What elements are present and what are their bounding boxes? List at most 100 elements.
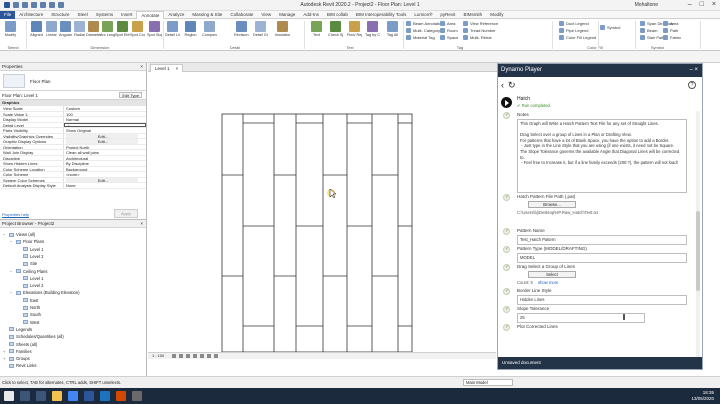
tab-modify[interactable]: Modify [486, 11, 507, 19]
slope-value[interactable]: 25 [517, 313, 645, 323]
browser-node[interactable]: − Ceiling Plans [10, 269, 47, 274]
tag-by-category-button[interactable]: Tag by Category [365, 21, 380, 43]
text-button[interactable]: Text [309, 21, 324, 43]
model-selector[interactable]: Main Model [463, 379, 513, 386]
material-tag-button[interactable]: Material Tag [406, 35, 435, 40]
edit-button[interactable]: Edit... [66, 139, 138, 144]
path-button[interactable]: Path [663, 28, 678, 33]
panel-select[interactable]: Select [2, 45, 24, 50]
tab-annotate[interactable]: Annotate [136, 10, 165, 19]
room-button[interactable]: Room [440, 28, 458, 33]
beam-button[interactable]: Beam [640, 28, 657, 33]
slider-knob[interactable] [623, 314, 625, 320]
tab-level-1[interactable]: Level 1 × [150, 64, 184, 72]
tab-bim-interoperability-tools[interactable]: BIM Interoperability Tools [352, 11, 410, 19]
browser-node[interactable]: + Groups [3, 356, 30, 361]
instance-filter[interactable]: Floor Plan: Level 1 Edit Type [0, 91, 146, 100]
property-value[interactable]: None [64, 183, 146, 187]
property-row[interactable]: Default Analysis Display Style None [0, 183, 146, 189]
minimize-icon[interactable]: – [688, 1, 692, 8]
property-value[interactable]: Project North [64, 145, 146, 149]
spot-slope-button[interactable]: Spot Slope [147, 21, 162, 43]
apply-button[interactable]: Apply [113, 209, 138, 218]
expand-toggle-icon[interactable]: + [3, 349, 7, 354]
browser-node[interactable]: East [17, 298, 38, 303]
word-icon[interactable] [84, 391, 94, 401]
property-value[interactable]: Background [64, 167, 146, 171]
tab-bim-collab[interactable]: BIM collab [323, 11, 352, 19]
hide-crop-icon[interactable] [207, 354, 211, 358]
expand-toggle-icon[interactable]: − [10, 269, 14, 274]
find-replace-button[interactable]: Find/ Replace [347, 21, 362, 43]
browser-node[interactable]: − Views (all) [3, 232, 35, 237]
help-icon[interactable]: ? [688, 81, 696, 89]
browser-node[interactable]: Site [17, 261, 37, 266]
play-icon[interactable] [501, 97, 512, 108]
space-button[interactable]: Space [440, 35, 458, 40]
browser-node[interactable]: Schedules/Quantities (all) [3, 334, 64, 339]
expand-toggle-icon[interactable]: − [3, 232, 7, 237]
tab-add-ins[interactable]: Add-Ins [299, 11, 323, 19]
tab-pyrevit[interactable]: pyRevit [436, 11, 459, 19]
show-more-link[interactable]: show more [538, 280, 558, 285]
browser-node[interactable]: Revit Links [3, 363, 36, 368]
property-value[interactable]: Coarse [64, 122, 146, 127]
tab-analyze[interactable]: Analyze [164, 11, 188, 19]
close-icon[interactable]: × [140, 220, 143, 228]
start-icon[interactable] [4, 391, 14, 401]
minimize-icon[interactable]: – [689, 67, 692, 73]
chrome-icon[interactable] [68, 391, 78, 401]
tab-massing-site[interactable]: Massing & Site [188, 11, 226, 19]
browser-node[interactable]: − Floor Plans [10, 239, 44, 244]
spot-elevation-button[interactable]: Spot Elevation [115, 21, 130, 43]
crop-view-icon[interactable] [200, 354, 204, 358]
user-name[interactable]: Mohaltone [635, 2, 658, 8]
multi-category-button[interactable]: Multi- Category [406, 28, 440, 33]
close-icon[interactable]: × [140, 63, 143, 71]
edit-button[interactable]: Edit... [66, 133, 138, 138]
revision-cloud-button[interactable]: Revision Cloud [234, 21, 249, 43]
view-reference-button[interactable]: View Reference [463, 21, 498, 26]
property-value[interactable]: 100 [64, 112, 146, 116]
browser-node[interactable]: South [17, 312, 41, 317]
visual-style-icon[interactable] [179, 354, 183, 358]
text-input[interactable]: Test_Hatch Pattern [517, 235, 687, 245]
tag-all-button[interactable]: Tag All [385, 21, 400, 43]
text-input[interactable]: Hidden Lines [517, 295, 687, 305]
panel-dimension[interactable]: Dimension [30, 45, 170, 50]
refresh-icon[interactable]: ↻ [508, 80, 516, 91]
tab-view[interactable]: View [257, 11, 275, 19]
aligned-button[interactable]: Aligned [29, 21, 44, 43]
duct-legend-button[interactable]: Duct Legend [559, 21, 589, 26]
modify-button[interactable]: Modify [3, 21, 18, 43]
tread-number-button[interactable]: Tread Number [463, 28, 496, 33]
spot-coordinate-button[interactable]: Spot Coordinate [130, 21, 145, 43]
property-value[interactable]: <none> [64, 172, 146, 176]
radial-button[interactable]: Radial [72, 21, 87, 43]
text-input[interactable]: MODEL [517, 253, 687, 263]
close-icon[interactable]: × [176, 65, 179, 72]
linear-button[interactable]: Linear [44, 21, 59, 43]
area-button[interactable]: Area [440, 21, 455, 26]
browser-node[interactable]: Level 2 [17, 283, 44, 288]
browser-node[interactable]: West [17, 320, 39, 325]
properties-help-link[interactable]: Properties help [2, 212, 29, 217]
check-spelling-button[interactable]: Check Spelling [328, 21, 343, 43]
region-button[interactable]: Region [183, 21, 198, 43]
expand-toggle-icon[interactable]: + [3, 356, 7, 361]
property-value[interactable]: Normal [64, 117, 146, 121]
tab-structure[interactable]: Structure [47, 11, 73, 19]
area-button[interactable]: Area [663, 21, 678, 26]
multi-rebar-button[interactable]: Multi- Rebar [463, 35, 492, 40]
property-value[interactable]: By Discipline [64, 161, 146, 165]
app-icon[interactable] [132, 391, 142, 401]
task-view-icon[interactable] [36, 391, 46, 401]
shadows-icon[interactable] [193, 354, 197, 358]
close-icon[interactable]: × [712, 1, 716, 8]
type-selector[interactable]: Floor Plan [0, 71, 146, 91]
tab-manage[interactable]: Manage [275, 11, 299, 19]
file-explorer-icon[interactable] [52, 391, 62, 401]
tab-lumion-[interactable]: Lumion® [410, 11, 436, 19]
tab-systems[interactable]: Systems [92, 11, 117, 19]
edit-button[interactable]: Edit... [66, 177, 138, 182]
